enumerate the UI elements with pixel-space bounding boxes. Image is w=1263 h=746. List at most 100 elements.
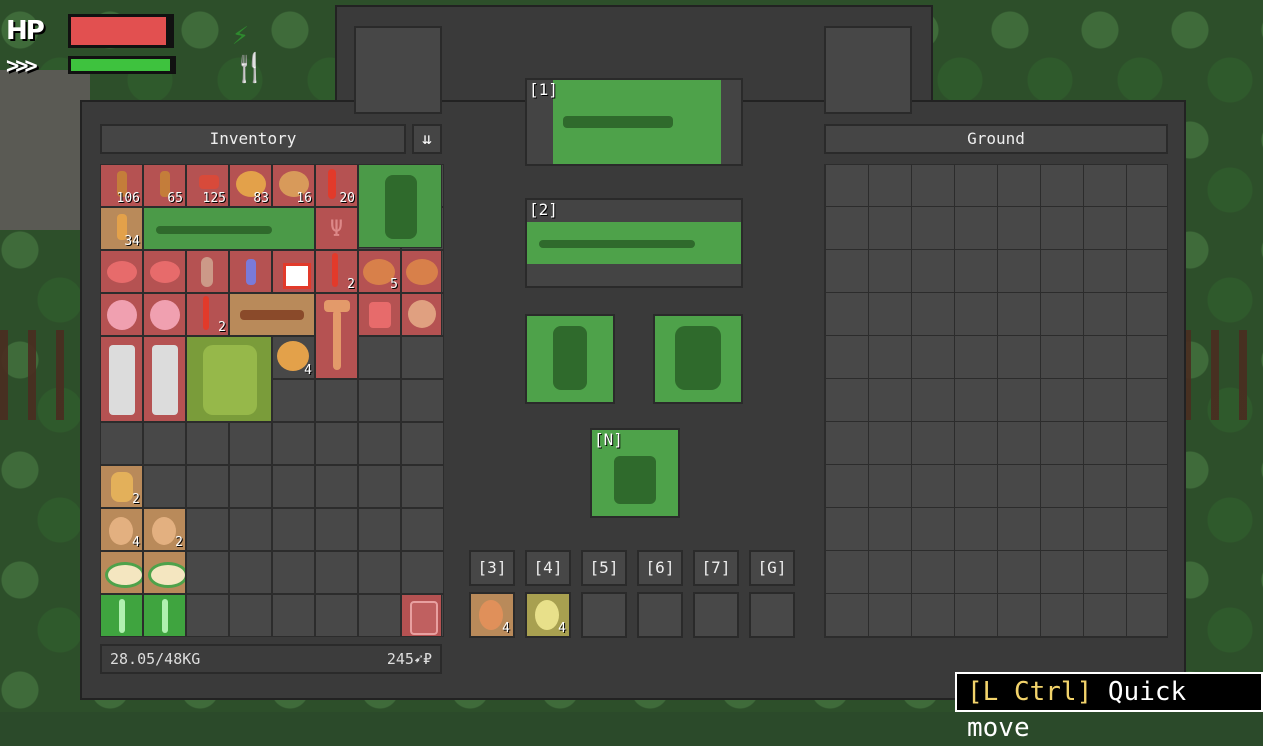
item-red-vial[interactable]: 2 — [315, 250, 358, 293]
inventory-cell[interactable] — [358, 422, 401, 465]
item-bottle-3[interactable]: 34 — [100, 207, 143, 250]
item-syringe-1[interactable] — [100, 594, 143, 637]
inventory-cell[interactable] — [272, 465, 315, 508]
inventory-cell[interactable] — [315, 508, 358, 551]
backpack-slot[interactable] — [653, 314, 743, 404]
item-steak-2[interactable] — [143, 250, 186, 293]
inventory-cell[interactable] — [315, 379, 358, 422]
item-pig-1[interactable] — [100, 293, 143, 336]
item-sawed-off[interactable] — [229, 293, 315, 336]
top-left-slot[interactable] — [354, 26, 442, 114]
weapon-slot-2[interactable]: [2] — [525, 198, 743, 288]
inventory-cell[interactable] — [358, 594, 401, 637]
inventory-cell[interactable] — [358, 336, 401, 379]
inventory-cell[interactable] — [229, 465, 272, 508]
item-potato-2[interactable]: 2 — [143, 508, 186, 551]
item-can[interactable]: 125 — [186, 164, 229, 207]
quick-slot-6[interactable] — [637, 592, 683, 638]
quick-slot-g[interactable] — [749, 592, 795, 638]
inventory-cell[interactable] — [186, 551, 229, 594]
inventory-cell[interactable] — [229, 594, 272, 637]
sniper-rifle-icon — [539, 240, 695, 248]
inventory-cell[interactable] — [358, 508, 401, 551]
item-pellets-2[interactable]: 16 — [272, 164, 315, 207]
item-bottle-2[interactable]: 65 — [143, 164, 186, 207]
ground-grid[interactable] — [824, 164, 1168, 638]
item-milk-1[interactable] — [100, 336, 143, 422]
item-house[interactable] — [272, 250, 315, 293]
inventory-cell[interactable] — [272, 422, 315, 465]
item-count: 2 — [132, 492, 140, 507]
top-right-slot[interactable] — [824, 26, 912, 114]
inventory-cell[interactable] — [272, 379, 315, 422]
inventory-cell[interactable] — [272, 551, 315, 594]
inventory-cell[interactable] — [272, 508, 315, 551]
slot-label: [N] — [594, 430, 623, 449]
item-nuggets[interactable]: 4 — [272, 336, 315, 379]
item-meat-big[interactable]: 5 — [358, 250, 401, 293]
item-spray[interactable] — [229, 250, 272, 293]
inventory-cell[interactable] — [186, 508, 229, 551]
inventory-cell[interactable] — [143, 465, 186, 508]
inventory-cell[interactable] — [229, 551, 272, 594]
fence-right — [1183, 330, 1263, 420]
inventory-cell[interactable] — [100, 422, 143, 465]
item-potato-1[interactable]: 4 — [100, 508, 143, 551]
item-pig-2[interactable] — [143, 293, 186, 336]
milk-bottle-icon — [109, 345, 135, 415]
item-feather[interactable] — [186, 250, 229, 293]
stick-icon — [203, 296, 209, 330]
inventory-cell[interactable] — [401, 336, 444, 379]
inventory-cell[interactable] — [315, 551, 358, 594]
inventory-cell[interactable] — [358, 379, 401, 422]
item-bottle-1[interactable]: 106 — [100, 164, 143, 207]
inventory-cell[interactable] — [401, 422, 444, 465]
item-tape-2[interactable] — [143, 551, 186, 594]
item-milk-2[interactable] — [143, 336, 186, 422]
inventory-cell[interactable] — [272, 594, 315, 637]
sort-button[interactable]: ⇊ — [412, 124, 442, 154]
hp-label: HP — [6, 16, 45, 46]
inventory-cell[interactable] — [186, 422, 229, 465]
item-fork[interactable]: Ψ — [315, 207, 358, 250]
vial-icon — [332, 253, 338, 287]
item-sack[interactable]: 2 — [100, 465, 143, 508]
item-bucket[interactable] — [358, 293, 401, 336]
quick-slot-7[interactable] — [693, 592, 739, 638]
item-pellets-1[interactable]: 83 — [229, 164, 272, 207]
inventory-cell[interactable] — [186, 465, 229, 508]
item-count: 65 — [167, 191, 183, 206]
item-red-stick[interactable]: 2 — [186, 293, 229, 336]
inventory-cell[interactable] — [315, 465, 358, 508]
quick-slot-4[interactable]: 4 — [525, 592, 571, 638]
inventory-cell[interactable] — [315, 422, 358, 465]
quick-slot-3[interactable]: 4 — [469, 592, 515, 638]
inventory-cell[interactable] — [143, 422, 186, 465]
item-radio[interactable] — [401, 594, 442, 637]
fork-knife-icon: 🍴 — [232, 51, 267, 84]
item-tape-1[interactable] — [100, 551, 143, 594]
item-steak-1[interactable] — [100, 250, 143, 293]
item-shells[interactable]: 20 — [315, 164, 358, 207]
inventory-cell[interactable] — [401, 508, 444, 551]
inventory-cell[interactable] — [315, 594, 358, 637]
inventory-cell[interactable] — [401, 551, 444, 594]
inventory-cell[interactable] — [229, 422, 272, 465]
item-meat-big-2[interactable] — [401, 250, 442, 293]
item-backpack[interactable] — [186, 336, 272, 422]
armor-slot[interactable] — [525, 314, 615, 404]
inventory-cell[interactable] — [186, 594, 229, 637]
item-shotgun[interactable] — [143, 207, 315, 250]
item-roll[interactable] — [401, 293, 442, 336]
item-body-armor[interactable] — [358, 164, 442, 248]
item-axe[interactable] — [315, 293, 358, 379]
item-syringe-2[interactable] — [143, 594, 186, 637]
quick-slot-5[interactable] — [581, 592, 627, 638]
inventory-cell[interactable] — [401, 465, 444, 508]
weapon-slot-1[interactable]: [1] — [525, 78, 743, 166]
inventory-cell[interactable] — [229, 508, 272, 551]
inventory-cell[interactable] — [358, 551, 401, 594]
inventory-cell[interactable] — [401, 379, 444, 422]
inventory-cell[interactable] — [358, 465, 401, 508]
night-vision-slot[interactable]: [N] — [590, 428, 680, 518]
